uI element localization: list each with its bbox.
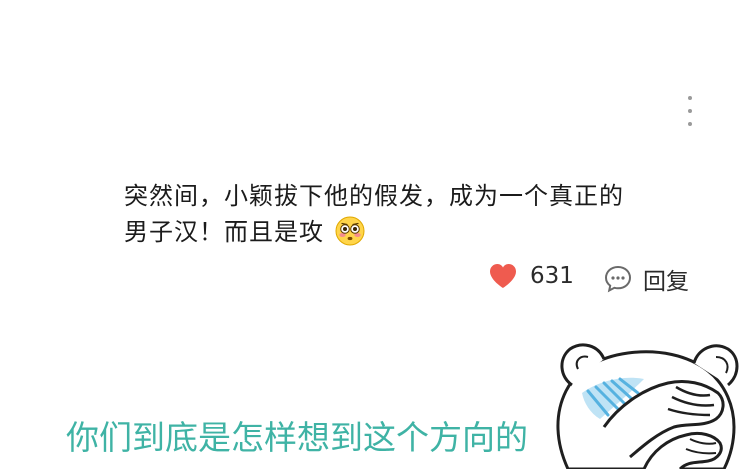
comment-text: 突然间，小颖拔下他的假发，成为一个真正的 男子汉！而且是攻 [124,178,684,250]
flushed-face-emoji-icon [335,216,365,246]
reply-label: 回复 [643,269,689,295]
comment-line-2-text: 男子汉！而且是攻 [124,218,324,246]
more-vertical-icon[interactable] [680,96,700,126]
comment-screenshot: 突然间，小颖拔下他的假发，成为一个真正的 男子汉！而且是攻 631 回复 你们到… [0,0,750,469]
speech-bubble-icon [604,265,632,293]
menu-dot [688,109,692,113]
like-button[interactable]: 631 [488,262,574,290]
menu-dot [688,122,692,126]
comment-line-2: 男子汉！而且是攻 [124,214,684,250]
comment-line-1: 突然间，小颖拔下他的假发，成为一个真正的 [124,182,624,210]
meme-caption: 你们到底是怎样想到这个方向的 [66,418,528,457]
heart-icon [490,264,516,288]
like-count: 631 [530,263,574,289]
menu-dot [688,96,692,100]
bear-covering-eyes-meme [556,343,739,469]
reply-button[interactable]: 回复 [603,262,689,296]
